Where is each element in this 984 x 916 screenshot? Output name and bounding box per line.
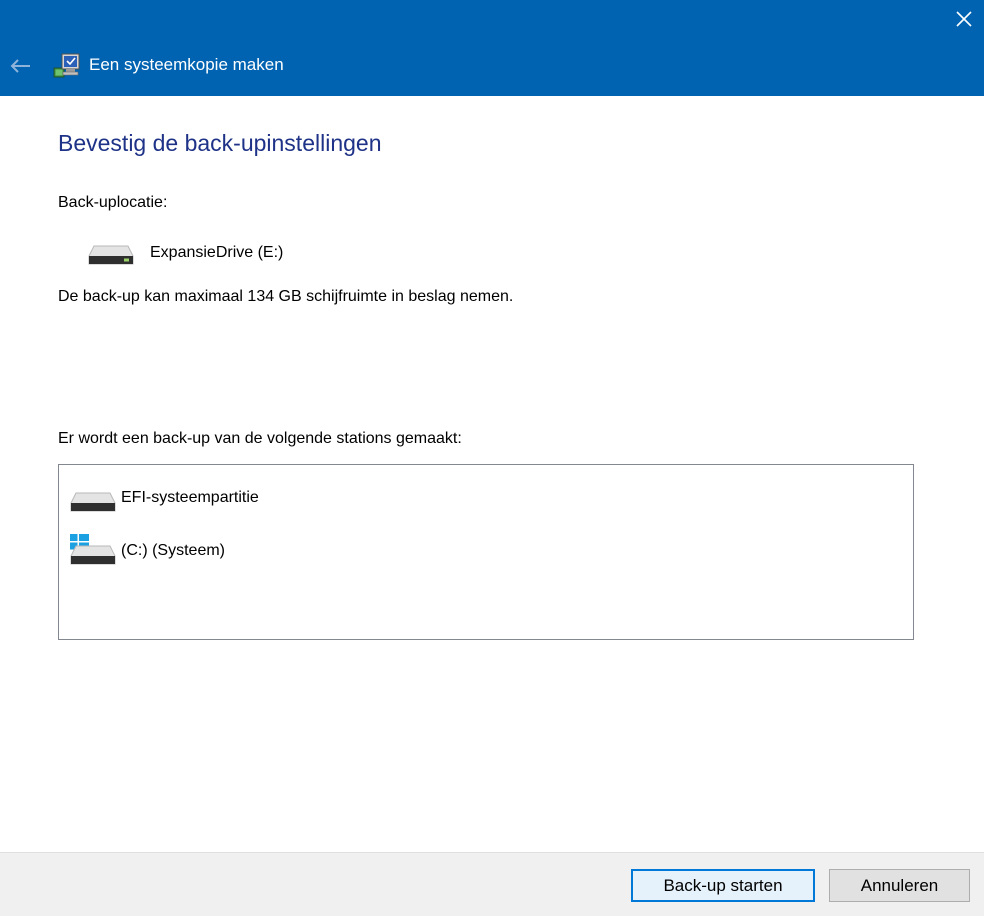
list-item[interactable]: (C:) (Systeem) bbox=[59, 532, 913, 572]
close-button[interactable] bbox=[944, 0, 984, 38]
drive-name: EFI-systeempartitie bbox=[121, 489, 259, 506]
backup-location-label: Back-uplocatie: bbox=[58, 194, 168, 211]
title-bar: Een systeemkopie maken bbox=[0, 0, 984, 96]
drives-list[interactable]: EFI-systeempartitie (C:) (Systeem) bbox=[58, 464, 914, 640]
page-heading: Bevestig de back-upinstellingen bbox=[58, 130, 382, 156]
back-arrow-icon bbox=[10, 59, 30, 73]
backup-wizard-window: Een systeemkopie maken Bevestig de back-… bbox=[0, 0, 984, 916]
windows-drive-icon bbox=[70, 534, 116, 565]
drive-icon bbox=[88, 245, 134, 265]
close-icon bbox=[956, 11, 972, 27]
start-backup-button[interactable]: Back-up starten bbox=[631, 869, 815, 902]
window-title: Een systeemkopie maken bbox=[89, 55, 284, 74]
backup-app-icon bbox=[53, 53, 80, 78]
cancel-button[interactable]: Annuleren bbox=[829, 869, 970, 902]
drives-list-label: Er wordt een back-up van de volgende sta… bbox=[58, 430, 462, 447]
space-info-text: De back-up kan maximaal 134 GB schijfrui… bbox=[58, 288, 514, 305]
back-button[interactable] bbox=[4, 50, 36, 82]
list-item[interactable]: EFI-systeempartitie bbox=[59, 479, 913, 519]
footer-bar: Back-up starten Annuleren bbox=[0, 852, 984, 916]
backup-location-drive: ExpansieDrive (E:) bbox=[150, 244, 284, 261]
drive-icon bbox=[70, 492, 116, 512]
drive-name: (C:) (Systeem) bbox=[121, 542, 225, 559]
